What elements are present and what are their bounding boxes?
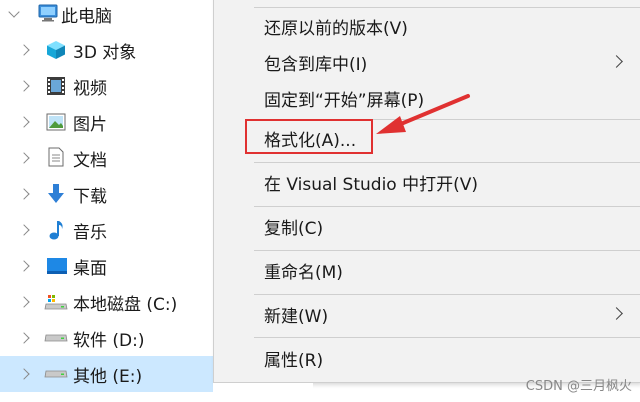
chevron-right-icon[interactable] (18, 116, 30, 128)
tree-item-label: 其他 (E:) (73, 367, 143, 387)
tree-item-label: 音乐 (73, 223, 107, 243)
annotation-arrow-icon (376, 94, 470, 134)
tree-item-downloads[interactable]: 下载 (0, 176, 215, 212)
context-menu: 还原以前的版本(V) 包含到库中(I) 固定到“开始”屏幕(P) 格式化(A).… (213, 0, 640, 383)
video-icon (47, 77, 65, 95)
tree-item-label: 软件 (D:) (73, 331, 145, 351)
menu-item-label: 还原以前的版本(V) (264, 19, 408, 39)
menu-separator (254, 206, 640, 207)
tree-item-label: 本地磁盘 (C:) (73, 295, 178, 315)
tree-item-label: 图片 (73, 115, 107, 135)
chevron-right-icon[interactable] (18, 188, 30, 200)
tree-item-desktop[interactable]: 桌面 (0, 248, 215, 284)
chevron-right-icon[interactable] (18, 296, 30, 308)
tree-item-3d-objects[interactable]: 3D 对象 (0, 32, 215, 68)
tree-item-label: 视频 (73, 79, 107, 99)
tree-item-documents[interactable]: 文档 (0, 140, 215, 176)
menu-item-rename[interactable]: 重命名(M) (214, 252, 640, 288)
tree-item-label: 文档 (73, 151, 107, 171)
menu-item-label: 新建(W) (264, 307, 329, 327)
menu-separator (254, 162, 640, 163)
chevron-right-icon[interactable] (18, 80, 30, 92)
tree-item-videos[interactable]: 视频 (0, 68, 215, 104)
chevron-right-icon[interactable] (18, 368, 30, 380)
tree-item-pictures[interactable]: 图片 (0, 104, 215, 140)
menu-item-label: 包含到库中(I) (264, 55, 368, 75)
watermark: CSDN @三月枫火 (525, 379, 632, 394)
tree-item-label: 此电脑 (61, 7, 112, 27)
picture-icon (46, 113, 66, 131)
pc-icon (38, 4, 58, 22)
menu-separator (254, 294, 640, 295)
download-icon (48, 184, 64, 203)
menu-item-copy[interactable]: 复制(C) (214, 208, 640, 244)
menu-item-label: 重命名(M) (264, 263, 343, 283)
tree-item-label: 3D 对象 (73, 43, 137, 63)
3d-objects-icon (47, 41, 65, 59)
tree-item-label: 桌面 (73, 259, 107, 279)
tree-item-music[interactable]: 音乐 (0, 212, 215, 248)
drive-icon (44, 370, 68, 378)
menu-item-properties[interactable]: 属性(R) (214, 340, 640, 376)
tree-item-label: 下载 (73, 187, 107, 207)
highlight-box (245, 119, 373, 154)
chevron-right-icon[interactable] (18, 44, 30, 56)
chevron-right-icon[interactable] (18, 224, 30, 236)
drive-icon (44, 334, 68, 342)
document-icon (48, 147, 64, 167)
chevron-down-icon[interactable] (8, 6, 20, 18)
menu-item-label: 复制(C) (264, 219, 324, 239)
menu-item-label: 属性(R) (264, 351, 324, 371)
menu-item-label: 在 Visual Studio 中打开(V) (264, 175, 479, 195)
tree-item-drive-d[interactable]: 软件 (D:) (0, 320, 215, 356)
menu-item-include-in-library[interactable]: 包含到库中(I) (214, 44, 640, 80)
tree-item-drive-e[interactable]: 其他 (E:) (0, 356, 215, 392)
desktop-icon (47, 258, 67, 274)
submenu-arrow-icon (610, 307, 623, 320)
menu-item-open-in-visual-studio[interactable]: 在 Visual Studio 中打开(V) (214, 164, 640, 200)
chevron-right-icon[interactable] (18, 152, 30, 164)
pane-gap (213, 383, 313, 402)
menu-item-new[interactable]: 新建(W) (214, 296, 640, 332)
menu-separator (254, 337, 640, 338)
system-drive-icon (44, 295, 68, 310)
tree-item-drive-c[interactable]: 本地磁盘 (C:) (0, 284, 215, 320)
chevron-right-icon[interactable] (18, 332, 30, 344)
tree-item-this-pc[interactable]: 此电脑 (0, 0, 215, 32)
chevron-right-icon[interactable] (18, 260, 30, 272)
menu-item-restore-previous-versions[interactable]: 还原以前的版本(V) (214, 8, 640, 44)
menu-separator (254, 250, 640, 251)
navigation-tree: 此电脑 3D 对象 视频 图片 文档 下载 音乐 桌面 本地磁盘 (C:) 软件… (0, 0, 215, 402)
submenu-arrow-icon (610, 55, 623, 68)
music-icon (49, 221, 63, 240)
